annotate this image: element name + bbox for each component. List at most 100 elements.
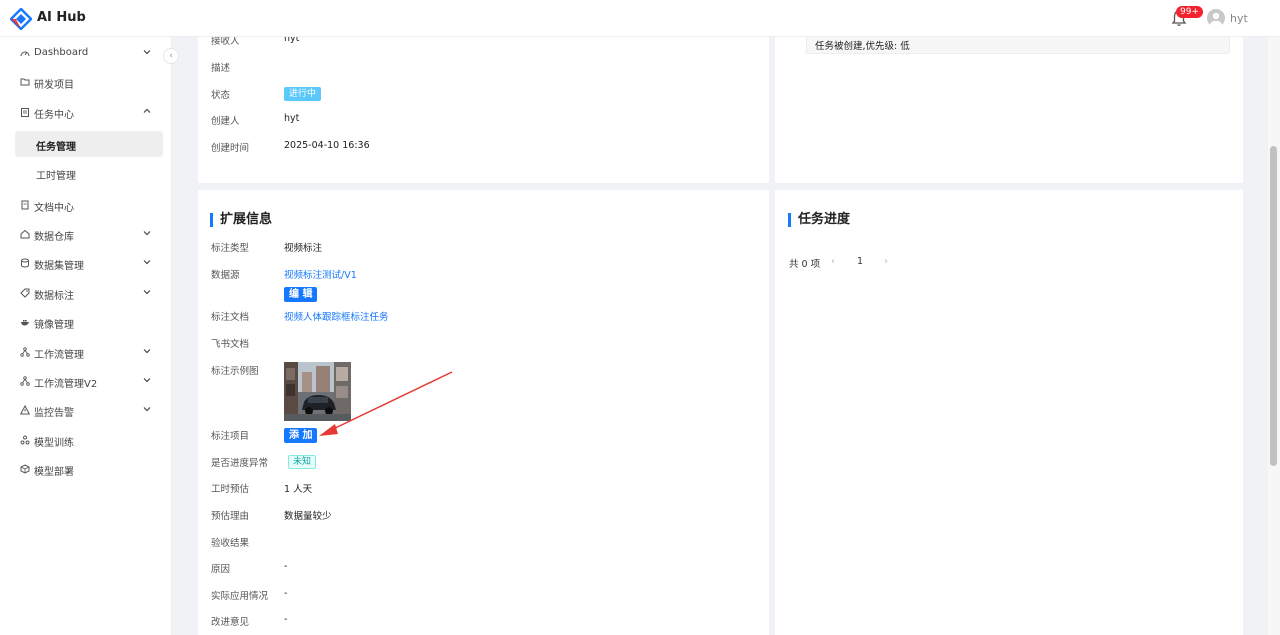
chevron-down-icon xyxy=(143,349,151,354)
description-label: 描述 xyxy=(211,63,231,74)
example-image-label: 标注示例图 xyxy=(211,366,259,377)
add-button[interactable]: 添 加 xyxy=(284,428,318,443)
sidebar-item-workflow-v2[interactable]: 工作流管理V2 xyxy=(0,368,172,394)
warning-icon xyxy=(20,405,30,415)
red-arrow-annotation-icon xyxy=(319,371,453,436)
cause-label: 原因 xyxy=(211,564,231,575)
chevron-left-icon[interactable]: ‹ xyxy=(831,256,835,267)
database-icon xyxy=(21,258,29,268)
estimate-value: 1 人天 xyxy=(284,484,313,495)
sidebar-item-model-deploy[interactable]: 模型部署 xyxy=(0,456,172,482)
sidebar-item-monitoring[interactable]: 监控告警 xyxy=(0,397,172,423)
sidebar-collapse-button[interactable]: ‹ xyxy=(163,48,179,64)
training-icon xyxy=(20,435,30,445)
acceptance-label: 验收结果 xyxy=(211,538,250,549)
home-icon xyxy=(20,229,30,239)
sidebar-item-worktime[interactable]: 工时管理 xyxy=(0,160,172,186)
sidebar-item-workflow[interactable]: 工作流管理 xyxy=(0,339,172,365)
sidebar-item-dataset[interactable]: 数据集管理 xyxy=(0,250,172,276)
sidebar-item-label: 工时管理 xyxy=(36,171,76,182)
data-source-link[interactable]: 视频标注测试/V1 xyxy=(284,267,357,281)
progress-title: 任务进度 xyxy=(788,213,850,227)
improvement-value: - xyxy=(284,614,288,625)
workflow-icon xyxy=(20,376,30,386)
sidebar-item-label: 工作流管理V2 xyxy=(34,379,98,390)
sidebar-item-label: 模型部署 xyxy=(34,467,74,478)
chevron-up-icon xyxy=(143,108,151,113)
feishu-doc-label: 飞书文档 xyxy=(211,339,250,350)
annotation-doc-label: 标注文档 xyxy=(211,312,250,323)
created-time-value: 2025-04-10 16:36 xyxy=(284,140,370,151)
avatar[interactable] xyxy=(1207,9,1225,27)
progress-abnormal-badge: 未知 xyxy=(288,455,317,469)
actual-usage-label: 实际应用情况 xyxy=(211,591,269,602)
log-card xyxy=(775,37,1243,183)
data-source-label: 数据源 xyxy=(211,270,240,281)
edit-button[interactable]: 编 辑 xyxy=(284,287,318,302)
sidebar-item-label: 镜像管理 xyxy=(34,320,74,331)
sidebar-item-task-management[interactable]: 任务管理 xyxy=(15,131,163,157)
sidebar-item-data-warehouse[interactable]: 数据仓库 xyxy=(0,221,172,247)
pagination-total: 共 0 项 xyxy=(789,259,821,270)
sidebar-item-label: 任务管理 xyxy=(36,142,76,153)
sidebar-item-images[interactable]: 镜像管理 xyxy=(0,309,172,335)
document-icon xyxy=(21,200,29,210)
sidebar-item-label: 数据集管理 xyxy=(34,261,84,272)
annotation-doc-link[interactable]: 视频人体跟踪框标注任务 xyxy=(284,309,389,323)
actual-usage-value: - xyxy=(284,588,288,599)
chevron-down-icon xyxy=(143,231,151,236)
status-label: 状态 xyxy=(211,90,231,101)
annotation-type-value: 视频标注 xyxy=(284,243,323,254)
creator-value: hyt xyxy=(284,113,300,124)
improvement-label: 改进意见 xyxy=(211,617,250,628)
sidebar-item-label: 任务中心 xyxy=(34,110,74,121)
pagination-page[interactable]: 1 xyxy=(857,256,863,267)
sidebar-item-rd-projects[interactable]: 研发项目 xyxy=(0,69,172,95)
estimate-reason-value: 数据量较少 xyxy=(284,511,332,522)
estimate-label: 工时预估 xyxy=(211,484,250,495)
clipboard-icon xyxy=(21,108,29,117)
chevron-down-icon xyxy=(143,290,151,295)
user-icon xyxy=(1210,12,1222,27)
cause-value: - xyxy=(284,561,288,572)
chevron-down-icon xyxy=(143,260,151,265)
chevron-down-icon xyxy=(143,407,151,412)
ext-info-title: 扩展信息 xyxy=(210,213,272,227)
created-time-label: 创建时间 xyxy=(211,143,250,154)
app-title: AI Hub xyxy=(37,10,86,25)
top-header: AI Hub 99+ hyt xyxy=(0,0,1280,37)
creator-label: 创建人 xyxy=(211,116,240,127)
progress-abnormal-label: 是否进度异常 xyxy=(211,458,269,469)
sidebar-item-docs[interactable]: 文档中心 xyxy=(0,192,172,218)
tag-icon xyxy=(20,288,30,298)
docker-icon xyxy=(21,320,29,326)
scrollbar-thumb[interactable] xyxy=(1270,146,1277,466)
user-name[interactable]: hyt xyxy=(1230,12,1248,25)
dashboard-icon xyxy=(20,51,30,57)
estimate-reason-label: 预估理由 xyxy=(211,511,250,522)
sidebar-item-label: 数据标注 xyxy=(34,291,74,302)
chevron-left-icon: ‹ xyxy=(169,51,173,61)
sidebar-item-label: Dashboard xyxy=(34,47,89,58)
sidebar-item-task-center[interactable]: 任务中心 xyxy=(0,99,172,125)
basic-info-card xyxy=(198,37,769,183)
sidebar-item-label: 模型训练 xyxy=(34,438,74,449)
sidebar-item-label: 文档中心 xyxy=(34,203,74,214)
annotation-project-label: 标注项目 xyxy=(211,431,250,442)
chevron-down-icon xyxy=(143,378,151,383)
annotation-type-label: 标注类型 xyxy=(211,243,250,254)
sidebar-item-annotation[interactable]: 数据标注 xyxy=(0,280,172,306)
chevron-down-icon xyxy=(143,50,151,55)
chevron-right-icon[interactable]: › xyxy=(884,256,888,267)
progress-card xyxy=(775,190,1243,635)
sidebar-item-label: 研发项目 xyxy=(34,80,74,91)
sidebar-item-model-training[interactable]: 模型训练 xyxy=(0,427,172,453)
sidebar-item-dashboard[interactable]: Dashboard xyxy=(0,40,172,66)
notification-badge: 99+ xyxy=(1176,6,1203,18)
folder-icon xyxy=(20,78,30,86)
deploy-icon xyxy=(20,464,30,474)
status-badge: 进行中 xyxy=(284,87,322,101)
logo-icon xyxy=(10,8,32,30)
sidebar-item-label: 工作流管理 xyxy=(34,350,84,361)
sidebar-item-label: 数据仓库 xyxy=(34,232,74,243)
